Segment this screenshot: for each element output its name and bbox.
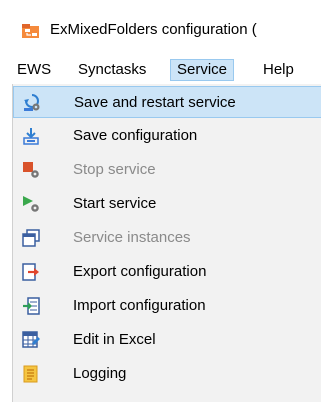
menu-ews[interactable]: EWS (11, 59, 57, 81)
excel-icon (22, 331, 40, 348)
window-title: ExMixedFolders configuration ( (50, 21, 257, 38)
menu-item-label: Service instances (73, 229, 191, 246)
logging-icon (23, 365, 38, 383)
save-icon (23, 128, 39, 145)
service-instances-icon (22, 229, 40, 247)
menu-item-export-configuration[interactable]: Export configuration (13, 256, 321, 288)
menu-item-service-instances: Service instances (13, 222, 321, 254)
menu-item-label: Edit in Excel (73, 331, 156, 348)
menu-item-edit-in-excel[interactable]: Edit in Excel (13, 324, 321, 356)
title-bar: ExMixedFolders configuration ( (0, 0, 321, 56)
menu-item-logging[interactable]: Logging (13, 358, 321, 390)
export-icon (22, 263, 39, 281)
menu-item-label: Export configuration (73, 263, 207, 280)
menu-item-save-configuration[interactable]: Save configuration (13, 120, 321, 152)
menu-item-label: Stop service (73, 161, 156, 178)
menu-item-stop-service: Stop service (13, 154, 321, 186)
menu-bar: EWS Synctasks Service Help (0, 56, 321, 85)
menu-help[interactable]: Help (257, 59, 300, 81)
menu-item-label: Logging (73, 365, 127, 382)
menu-synctasks[interactable]: Synctasks (72, 59, 152, 81)
menu-service[interactable]: Service (170, 59, 235, 81)
menu-item-start-service[interactable]: Start service (13, 188, 321, 220)
start-service-icon (23, 196, 39, 212)
import-icon (23, 297, 40, 315)
menu-item-label: Save configuration (73, 127, 198, 144)
menu-item-import-configuration[interactable]: Import configuration (13, 290, 321, 322)
stop-service-icon (23, 162, 39, 178)
menu-item-save-and-restart-service[interactable]: Save and restart service (13, 86, 321, 118)
menu-item-label: Import configuration (73, 297, 206, 314)
service-dropdown-menu: Save and restart service Save configurat… (12, 84, 321, 402)
menu-item-label: Start service (73, 195, 157, 212)
app-icon (22, 24, 39, 38)
menu-item-label: Save and restart service (74, 94, 236, 111)
save-restart-icon (24, 94, 40, 111)
